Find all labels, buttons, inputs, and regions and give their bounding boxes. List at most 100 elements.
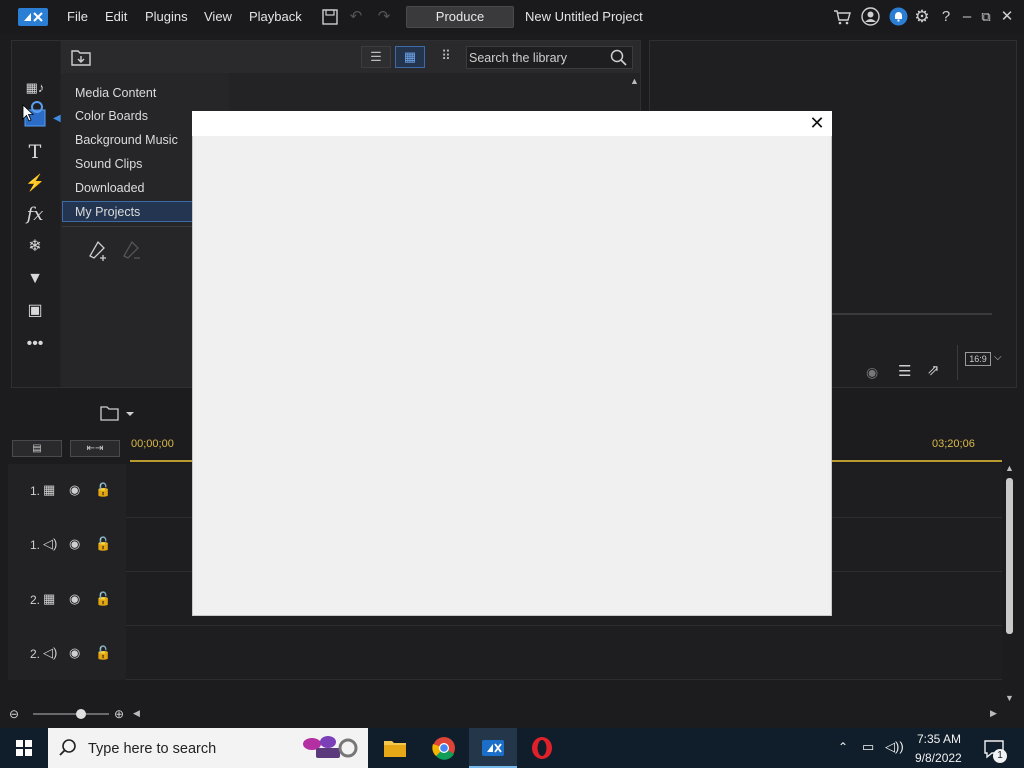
account-icon[interactable] xyxy=(861,7,880,26)
aspect-ratio-button[interactable]: 16:9 xyxy=(965,352,991,366)
track-number: 2. xyxy=(30,647,41,661)
chrome-icon[interactable] xyxy=(430,734,458,762)
lock-icon[interactable]: 🔓 xyxy=(95,645,111,661)
video-track-icon: ▦ xyxy=(43,591,56,606)
menu-plugins[interactable]: Plugins xyxy=(145,9,188,24)
lock-icon[interactable]: 🔓 xyxy=(95,536,111,552)
close-window-icon[interactable]: ✕ xyxy=(998,8,1016,26)
file-explorer-icon[interactable] xyxy=(381,734,409,762)
track-number: 1. xyxy=(30,538,41,552)
video-track-icon: ▦ xyxy=(43,482,56,497)
settings-gear-icon[interactable]: ⚙ xyxy=(913,8,931,26)
lock-icon[interactable]: 🔓 xyxy=(95,482,111,498)
menu-view[interactable]: View xyxy=(204,9,232,24)
minimize-icon[interactable]: – xyxy=(958,8,976,26)
project-title: New Untitled Project xyxy=(525,9,643,24)
zoom-in-icon[interactable]: ⊕ xyxy=(114,707,124,721)
subtitle-room-icon[interactable]: ▣ xyxy=(24,300,46,322)
folder-dropdown-icon[interactable] xyxy=(100,405,136,421)
zoom-slider-handle[interactable] xyxy=(76,709,86,719)
track-row[interactable] xyxy=(8,626,1002,680)
help-icon[interactable]: ? xyxy=(937,8,955,26)
show-hidden-icons-icon[interactable]: ⌃ xyxy=(838,740,848,754)
powerdirector-taskbar-icon[interactable] xyxy=(479,734,507,762)
visibility-eye-icon[interactable]: ◉ xyxy=(69,536,80,552)
track-manager-button[interactable]: ▤ xyxy=(12,440,62,457)
zoom-bar xyxy=(0,704,1024,724)
visibility-eye-icon[interactable]: ◉ xyxy=(69,482,80,498)
redo-icon[interactable]: ↷ xyxy=(375,8,393,26)
library-search-placeholder: Search the library xyxy=(469,51,567,65)
scroll-right-icon[interactable]: ▶ xyxy=(990,708,997,719)
tree-item-media-content[interactable]: Media Content xyxy=(75,86,156,100)
media-room-icon[interactable]: ▦♪ xyxy=(24,77,46,99)
more-rooms-icon[interactable]: ••• xyxy=(24,333,46,355)
notification-bell-icon[interactable] xyxy=(889,7,908,26)
fit-timeline-button[interactable]: ⇤⇥ xyxy=(70,440,120,457)
taskbar-search-placeholder: Type here to search xyxy=(88,741,217,757)
transition-room-icon[interactable]: ⚡ xyxy=(24,173,46,195)
aspect-ratio-dropdown-icon[interactable]: ⌵ xyxy=(994,352,1002,363)
menu-file[interactable]: File xyxy=(67,9,88,24)
restore-icon[interactable]: ⧉ xyxy=(977,8,995,26)
scroll-up-icon[interactable]: ▲ xyxy=(1005,463,1014,473)
produce-button[interactable]: Produce xyxy=(406,6,514,28)
clock-time[interactable]: 7:35 AM xyxy=(917,732,961,746)
opera-icon[interactable] xyxy=(528,734,556,762)
preview-settings-icon[interactable]: ☰ xyxy=(898,362,911,380)
tree-item-sound-clips[interactable]: Sound Clips xyxy=(75,157,142,171)
title-room-icon[interactable]: T xyxy=(24,141,46,163)
snapshot-camera-icon[interactable]: ◉ xyxy=(866,364,878,381)
cart-icon[interactable] xyxy=(833,8,851,26)
library-scroll-up-icon[interactable]: ▲ xyxy=(630,76,639,112)
ruler-time-start: 00;00;00 xyxy=(131,438,174,450)
menu-playback[interactable]: Playback xyxy=(249,9,302,24)
zoom-slider-track[interactable] xyxy=(33,713,109,715)
grid-view-icon[interactable]: ▦ xyxy=(395,46,425,68)
preview-scrubber[interactable] xyxy=(832,313,992,315)
list-view-icon[interactable]: ☰ xyxy=(361,46,391,68)
save-icon[interactable] xyxy=(321,8,339,26)
app-logo-icon xyxy=(18,8,48,26)
scroll-left-icon[interactable]: ◀ xyxy=(133,708,140,719)
tree-item-color-boards[interactable]: Color Boards xyxy=(75,109,148,123)
audio-track-icon: ◁) xyxy=(43,536,58,551)
clock-date[interactable]: 9/8/2022 xyxy=(915,751,962,765)
windows-start-icon[interactable] xyxy=(0,728,48,768)
menu-edit[interactable]: Edit xyxy=(105,9,127,24)
tree-divider xyxy=(62,226,192,227)
search-icon[interactable] xyxy=(610,49,627,66)
active-room-arrow-icon: ◀ xyxy=(53,113,61,124)
lock-icon[interactable]: 🔓 xyxy=(95,591,111,607)
audio-mixing-room-icon[interactable]: ▼ xyxy=(24,268,46,290)
visibility-eye-icon[interactable]: ◉ xyxy=(69,591,80,607)
visibility-eye-icon[interactable]: ◉ xyxy=(69,645,80,661)
effect-room-icon[interactable]: fx xyxy=(24,204,46,226)
ruler-time-end: 03;20;06 xyxy=(932,438,975,450)
notification-count-badge: 1 xyxy=(993,749,1007,763)
add-tag-icon[interactable] xyxy=(86,238,110,262)
network-icon[interactable]: ▭ xyxy=(862,739,874,755)
audio-track-icon: ◁) xyxy=(43,645,58,660)
timeline-vertical-scrollbar[interactable] xyxy=(1006,478,1013,634)
preview-divider xyxy=(957,345,958,380)
volume-icon[interactable]: ◁)) xyxy=(885,739,904,755)
tree-item-downloaded[interactable]: Downloaded xyxy=(75,181,145,195)
track-number: 1. xyxy=(30,484,41,498)
track-number: 2. xyxy=(30,593,41,607)
search-highlight-illustration-icon xyxy=(303,736,358,758)
dialog-header xyxy=(192,111,832,136)
zoom-out-icon[interactable]: ⊖ xyxy=(9,707,19,721)
tree-item-background-music[interactable]: Background Music xyxy=(75,133,178,147)
undock-preview-icon[interactable]: ⇗ xyxy=(927,361,940,379)
particle-room-icon[interactable]: ❄ xyxy=(24,236,46,258)
dialog-close-icon[interactable]: ✕ xyxy=(806,112,828,134)
import-media-icon[interactable] xyxy=(71,48,91,66)
undo-icon[interactable]: ↶ xyxy=(347,8,365,26)
blank-dialog xyxy=(192,111,832,616)
thumbnail-size-icon[interactable]: ⠿ xyxy=(431,46,461,68)
scroll-down-icon[interactable]: ▼ xyxy=(1005,693,1014,703)
mouse-cursor-icon xyxy=(22,104,34,122)
remove-tag-icon[interactable] xyxy=(120,238,144,262)
tree-item-my-projects[interactable]: My Projects xyxy=(75,205,140,219)
